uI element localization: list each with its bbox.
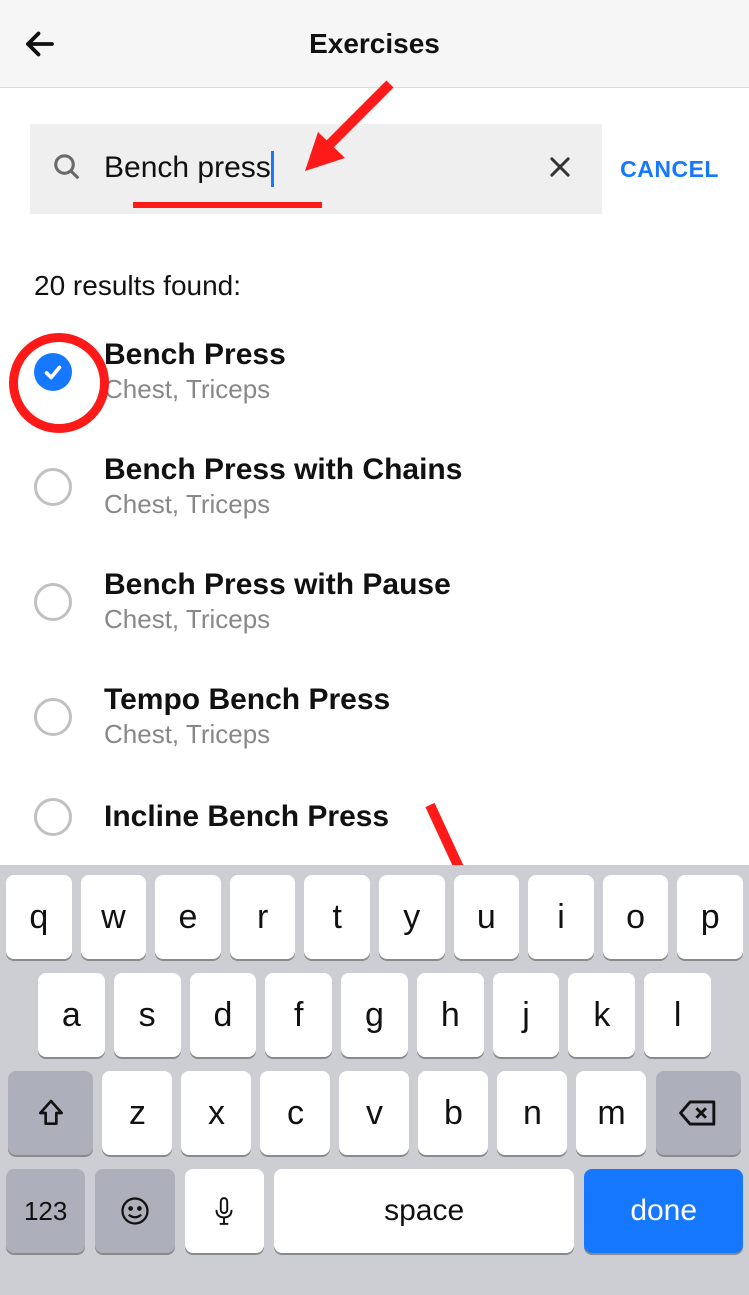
list-item[interactable]: Bench Press with ChainsChest, Triceps <box>34 431 715 546</box>
annotation-underline <box>133 202 322 208</box>
key-u[interactable]: u <box>454 875 520 959</box>
radio-button[interactable] <box>34 798 72 836</box>
list-item[interactable]: Bench PressChest, Triceps <box>34 316 715 431</box>
key-x[interactable]: x <box>181 1071 251 1155</box>
key-o[interactable]: o <box>603 875 669 959</box>
key-i[interactable]: i <box>528 875 594 959</box>
exercise-muscles: Chest, Triceps <box>104 374 286 405</box>
key-w[interactable]: w <box>81 875 147 959</box>
item-text: Tempo Bench PressChest, Triceps <box>104 683 390 750</box>
backspace-icon <box>679 1098 717 1128</box>
key-a[interactable]: a <box>38 973 105 1057</box>
key-e[interactable]: e <box>155 875 221 959</box>
exercise-name: Bench Press <box>104 338 286 372</box>
key-n[interactable]: n <box>497 1071 567 1155</box>
radio-button[interactable] <box>34 698 72 736</box>
arrow-left-icon <box>22 26 58 62</box>
key-z[interactable]: z <box>102 1071 172 1155</box>
search-input[interactable]: Bench press <box>104 151 540 187</box>
emoji-key[interactable] <box>95 1169 174 1253</box>
key-q[interactable]: q <box>6 875 72 959</box>
key-h[interactable]: h <box>417 973 484 1057</box>
key-g[interactable]: g <box>341 973 408 1057</box>
key-d[interactable]: d <box>190 973 257 1057</box>
clear-button[interactable] <box>540 147 580 192</box>
mic-key[interactable] <box>185 1169 264 1253</box>
key-b[interactable]: b <box>418 1071 488 1155</box>
key-k[interactable]: k <box>568 973 635 1057</box>
key-y[interactable]: y <box>379 875 445 959</box>
key-r[interactable]: r <box>230 875 296 959</box>
annotation-circle <box>9 333 109 433</box>
page-title: Exercises <box>0 28 749 60</box>
key-f[interactable]: f <box>265 973 332 1057</box>
exercise-muscles: Chest, Triceps <box>104 489 462 520</box>
results-list: Bench PressChest, TricepsBench Press wit… <box>0 310 749 862</box>
text-cursor <box>271 151 274 187</box>
key-l[interactable]: l <box>644 973 711 1057</box>
back-button[interactable] <box>18 22 62 66</box>
key-v[interactable]: v <box>339 1071 409 1155</box>
key-m[interactable]: m <box>576 1071 646 1155</box>
item-text: Bench PressChest, Triceps <box>104 338 286 405</box>
mic-icon <box>211 1196 237 1226</box>
key-j[interactable]: j <box>493 973 560 1057</box>
shift-icon <box>35 1097 67 1129</box>
list-item[interactable]: Incline Bench Press <box>34 776 715 862</box>
done-key[interactable]: done <box>584 1169 743 1253</box>
exercise-name: Bench Press with Pause <box>104 568 451 602</box>
list-item[interactable]: Bench Press with PauseChest, Triceps <box>34 546 715 661</box>
list-item[interactable]: Tempo Bench PressChest, Triceps <box>34 661 715 776</box>
exercise-name: Tempo Bench Press <box>104 683 390 717</box>
search-row: Bench press CANCEL <box>0 88 749 224</box>
shift-key[interactable] <box>8 1071 93 1155</box>
results-count: 20 results found: <box>0 224 749 310</box>
item-text: Bench Press with PauseChest, Triceps <box>104 568 451 635</box>
key-c[interactable]: c <box>260 1071 330 1155</box>
key-s[interactable]: s <box>114 973 181 1057</box>
radio-button[interactable] <box>34 468 72 506</box>
exercise-muscles: Chest, Triceps <box>104 604 451 635</box>
numeric-key[interactable]: 123 <box>6 1169 85 1253</box>
backspace-key[interactable] <box>656 1071 741 1155</box>
keyboard: qwertyuiop asdfghjkl zxcvbnm 123 space d… <box>0 865 749 1295</box>
exercise-muscles: Chest, Triceps <box>104 719 390 750</box>
space-key[interactable]: space <box>274 1169 575 1253</box>
cancel-button[interactable]: CANCEL <box>620 156 719 183</box>
search-icon <box>52 152 82 187</box>
key-t[interactable]: t <box>304 875 370 959</box>
exercise-name: Bench Press with Chains <box>104 453 462 487</box>
item-text: Bench Press with ChainsChest, Triceps <box>104 453 462 520</box>
search-box[interactable]: Bench press <box>30 124 602 214</box>
emoji-icon <box>120 1196 150 1226</box>
exercise-name: Incline Bench Press <box>104 800 389 834</box>
key-p[interactable]: p <box>677 875 743 959</box>
radio-button[interactable] <box>34 583 72 621</box>
item-text: Incline Bench Press <box>104 800 389 834</box>
close-icon <box>546 153 574 181</box>
header-bar: Exercises <box>0 0 749 88</box>
